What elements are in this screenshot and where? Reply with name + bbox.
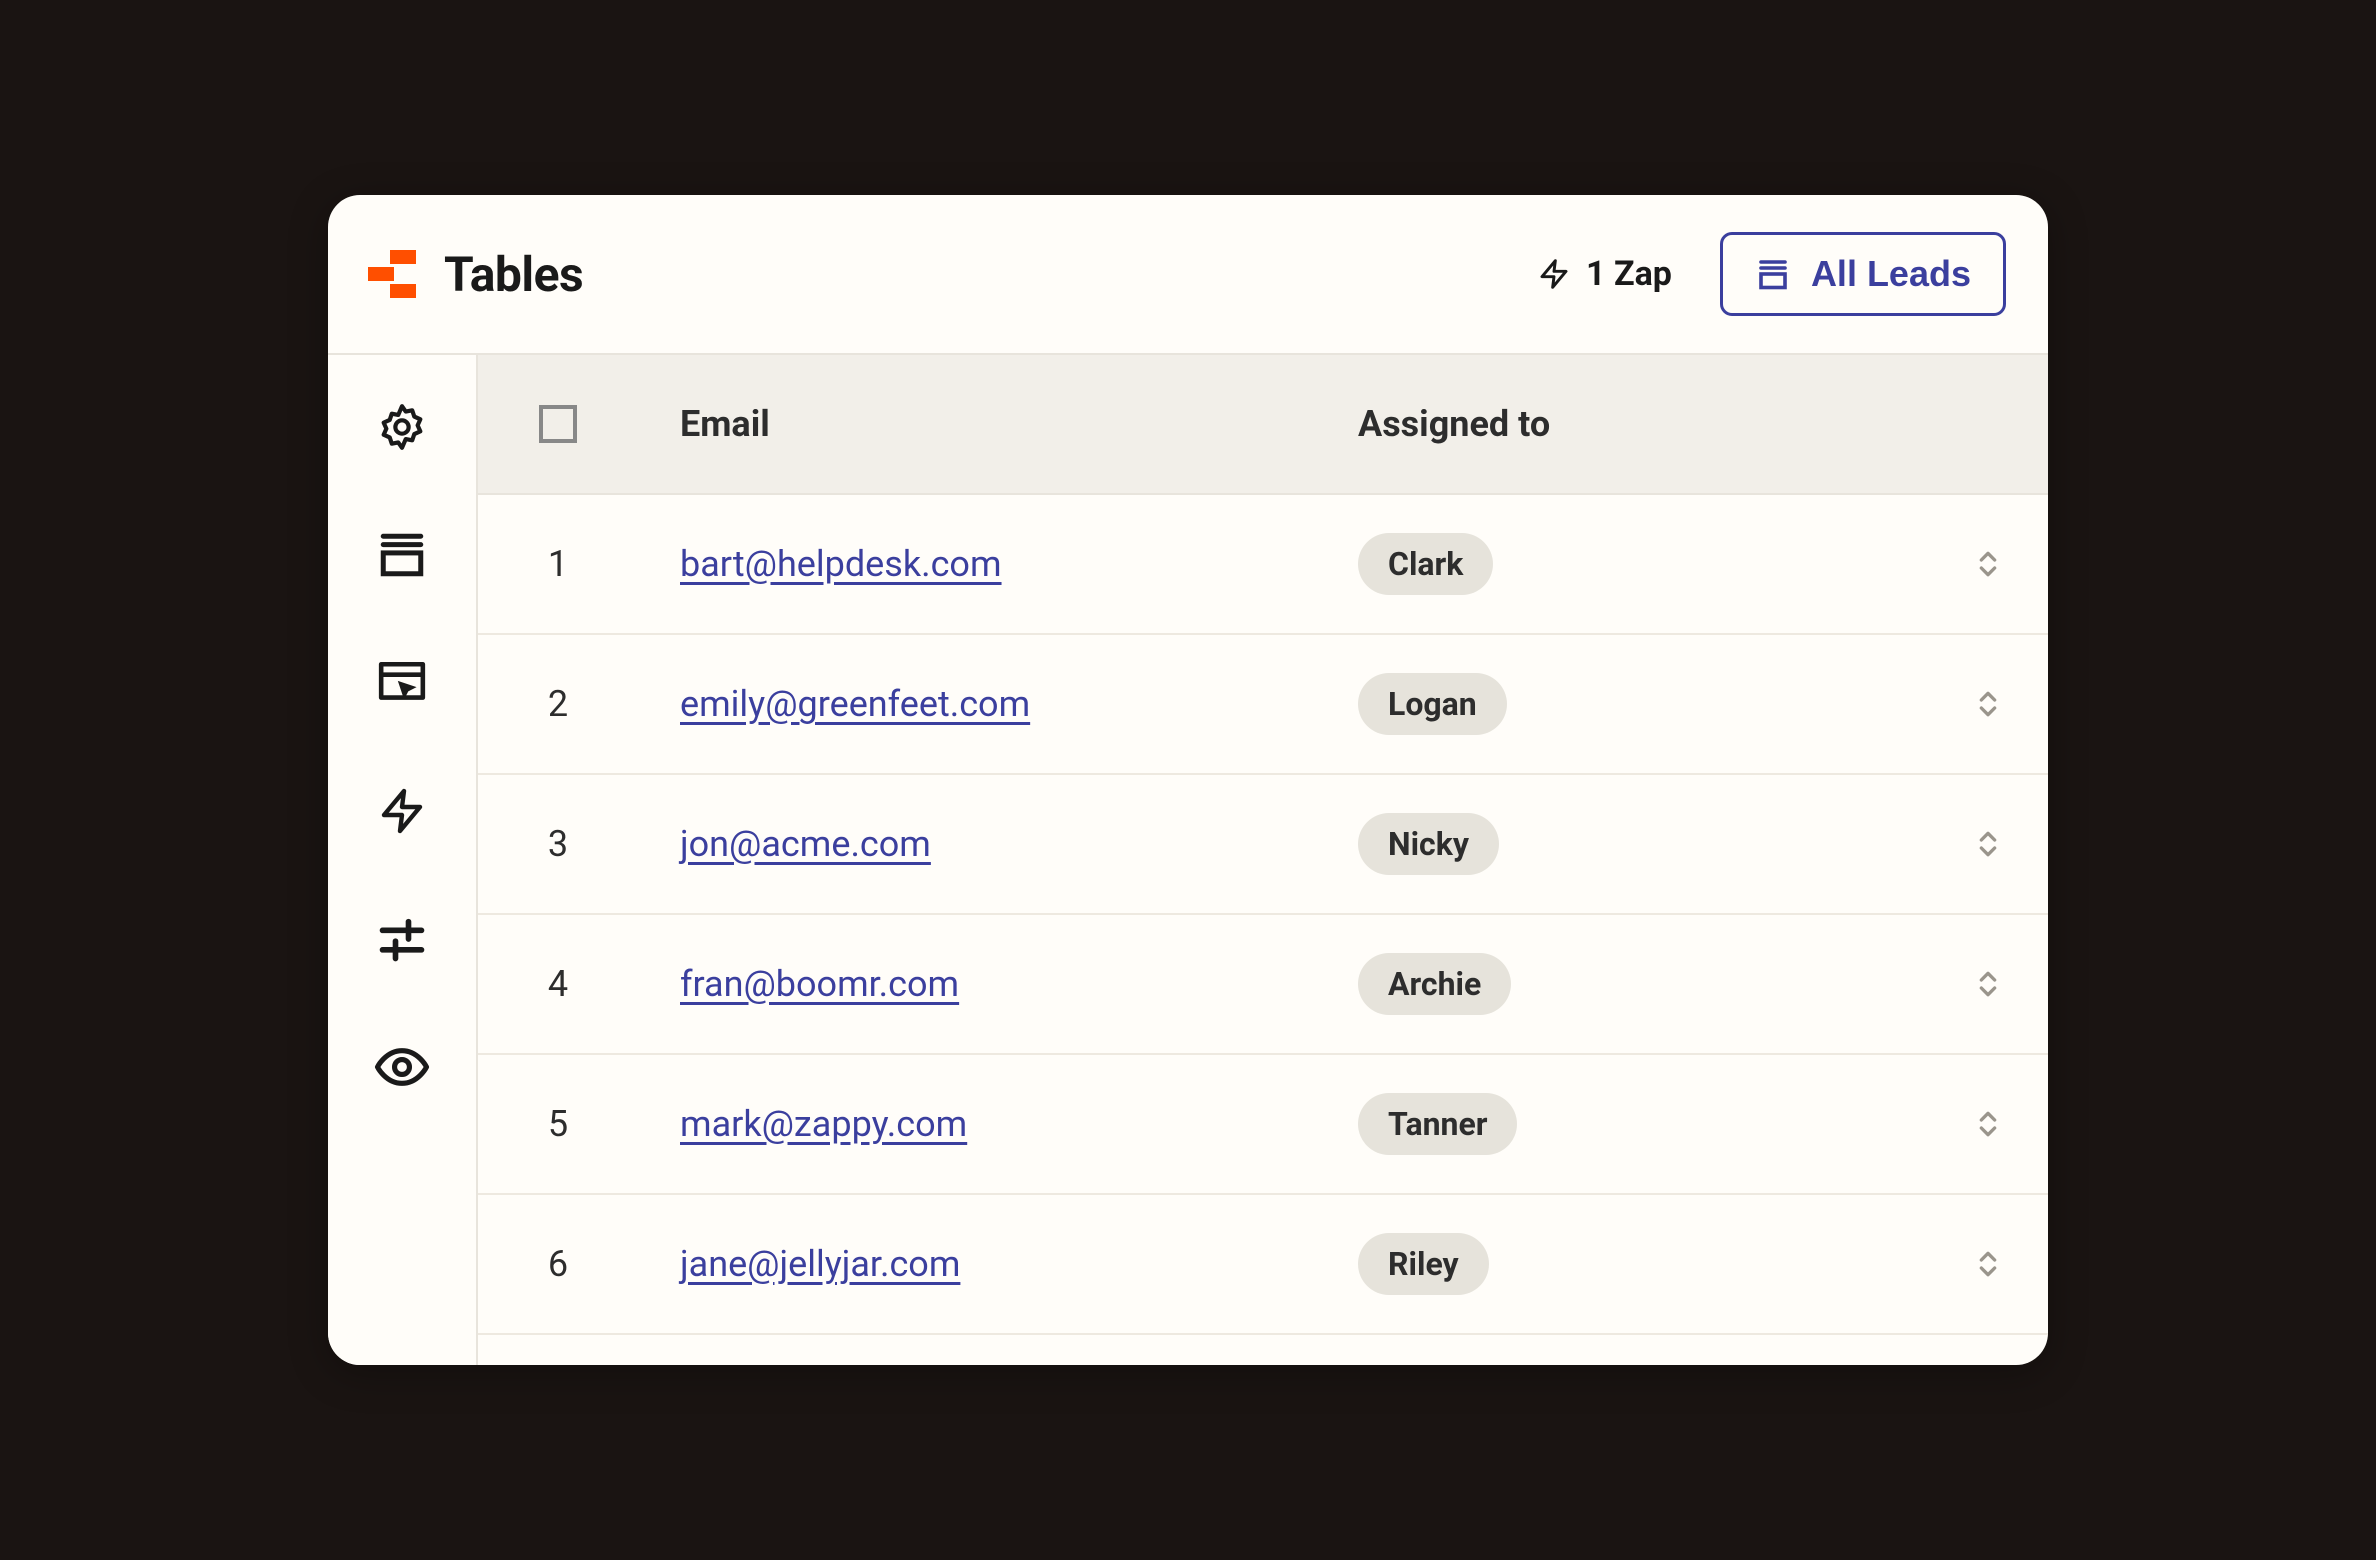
sort-icon [1972,1104,2004,1144]
sidebar [328,355,478,1365]
row-reorder-handle[interactable] [1928,964,2048,1004]
row-number: 4 [478,963,638,1005]
email-link[interactable]: bart@helpdesk.com [680,543,1002,585]
select-all-checkbox[interactable] [539,405,577,443]
email-link[interactable]: jon@acme.com [680,823,931,865]
column-header-email[interactable]: Email [638,403,1358,445]
sort-icon [1972,684,2004,724]
sidebar-views[interactable] [374,527,430,583]
brand: Tables [364,246,583,303]
assigned-chip[interactable]: Riley [1358,1233,1489,1295]
zap-count-label: 1 Zap [1586,254,1672,294]
sort-icon [1972,964,2004,1004]
row-number: 6 [478,1243,638,1285]
table-row[interactable]: 3 jon@acme.com Nicky [478,775,2048,915]
sidebar-settings[interactable] [374,399,430,455]
row-reorder-handle[interactable] [1928,1104,2048,1144]
assigned-chip[interactable]: Clark [1358,533,1493,595]
table-area: Email Assigned to 1 bart@helpdesk.com Clar… [478,355,2048,1365]
app-window: Tables 1 Zap All Leads [328,195,2048,1365]
row-reorder-handle[interactable] [1928,544,2048,584]
row-number: 5 [478,1103,638,1145]
cursor-window-icon [377,658,427,708]
assigned-chip[interactable]: Logan [1358,673,1507,735]
email-link[interactable]: fran@boomr.com [680,963,959,1005]
assigned-chip[interactable]: Tanner [1358,1093,1517,1155]
row-number: 3 [478,823,638,865]
stack-icon [377,530,427,580]
table-body: 1 bart@helpdesk.com Clark 2 emily@greenfeet.… [478,495,2048,1365]
topbar: Tables 1 Zap All Leads [328,195,2048,355]
sort-icon [1972,824,2004,864]
column-header-assigned[interactable]: Assigned to [1358,403,2048,445]
table-row[interactable]: 6 jane@jellyjar.com Riley [478,1195,2048,1335]
assigned-chip[interactable]: Nicky [1358,813,1499,875]
lightning-icon [378,785,426,837]
gear-icon [377,402,427,452]
row-reorder-handle[interactable] [1928,684,2048,724]
table-header-row: Email Assigned to [478,355,2048,495]
row-number: 1 [478,543,638,585]
cards-icon [1755,256,1791,292]
view-select-button[interactable]: All Leads [1720,232,2006,316]
table-row[interactable]: 2 emily@greenfeet.com Logan [478,635,2048,775]
email-link[interactable]: jane@jellyjar.com [680,1243,960,1285]
body: Email Assigned to 1 bart@helpdesk.com Clar… [328,355,2048,1365]
email-link[interactable]: emily@greenfeet.com [680,683,1030,725]
sidebar-visibility[interactable] [374,1039,430,1095]
row-reorder-handle[interactable] [1928,824,2048,864]
brand-logo-icon [364,246,420,302]
lightning-icon [1538,254,1570,294]
view-select-label: All Leads [1811,253,1971,295]
table-row[interactable]: 4 fran@boomr.com Archie [478,915,2048,1055]
zap-count[interactable]: 1 Zap [1538,254,1672,294]
sort-icon [1972,1244,2004,1284]
row-reorder-handle[interactable] [1928,1244,2048,1284]
sort-icon [1972,544,2004,584]
row-number: 2 [478,683,638,725]
brand-title: Tables [444,246,583,303]
sidebar-zaps[interactable] [374,783,430,839]
email-link[interactable]: mark@zappy.com [680,1103,967,1145]
sidebar-filters[interactable] [374,911,430,967]
eye-icon [374,1039,430,1095]
table-row[interactable]: 5 mark@zappy.com Tanner [478,1055,2048,1195]
assigned-chip[interactable]: Archie [1358,953,1511,1015]
sidebar-interfaces[interactable] [374,655,430,711]
table-row[interactable]: 1 bart@helpdesk.com Clark [478,495,2048,635]
sliders-icon [376,913,428,965]
